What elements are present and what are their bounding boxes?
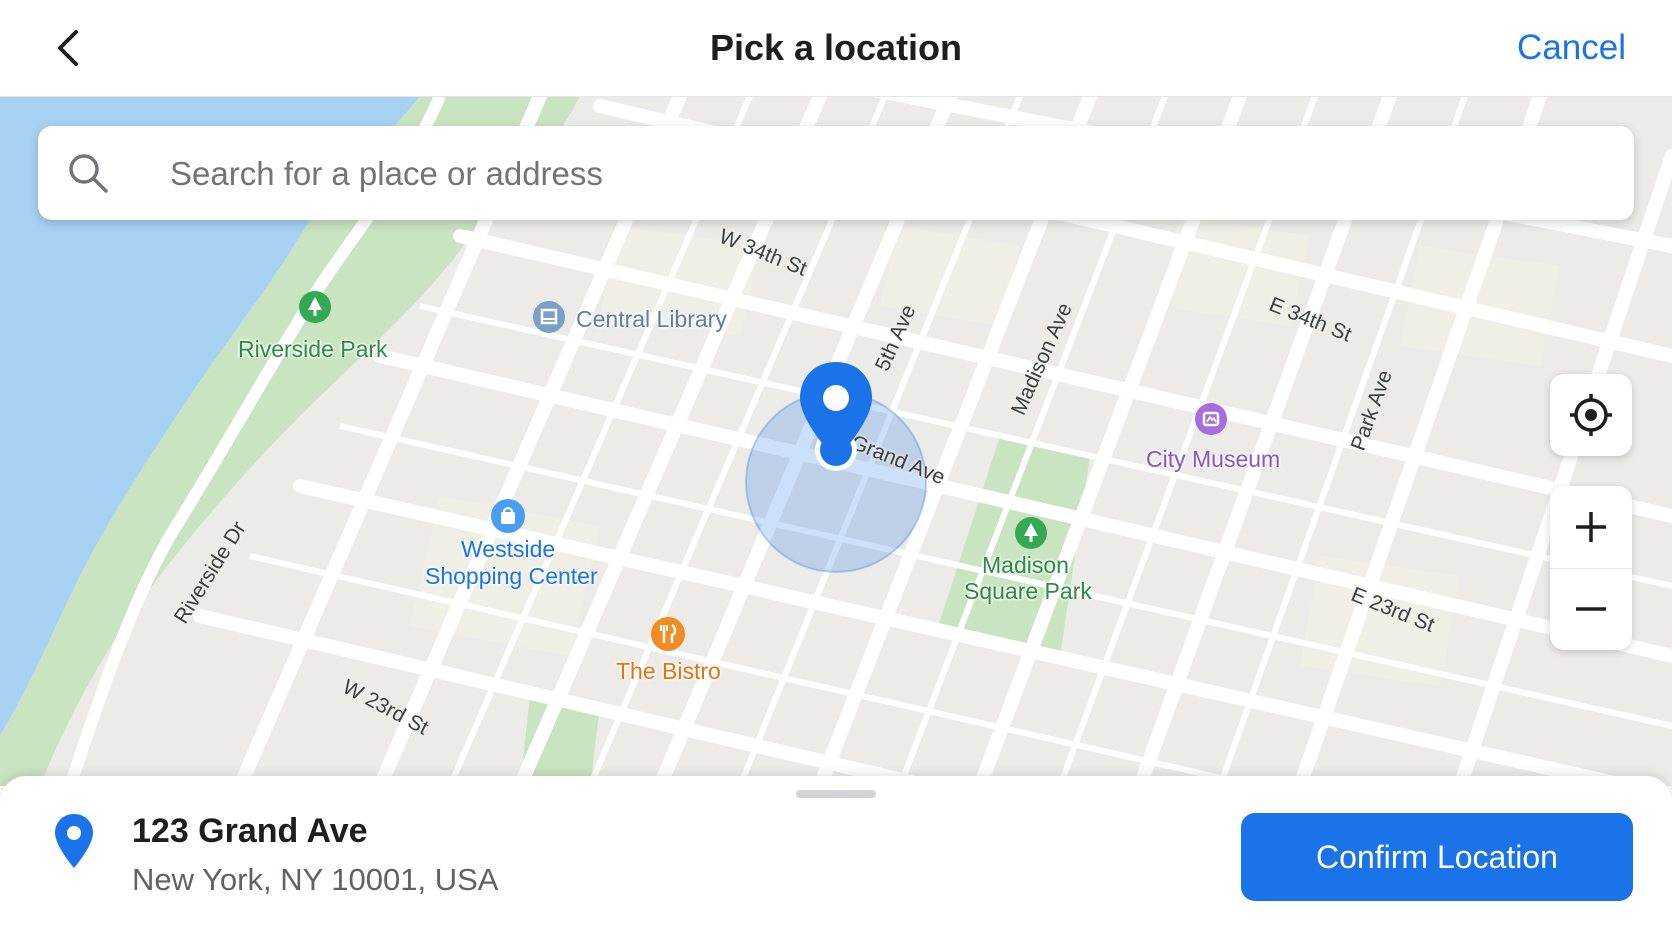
search-bar <box>38 126 1634 220</box>
poi-label-madison-line1[interactable]: Madison <box>982 552 1069 579</box>
minus-icon <box>1576 607 1606 611</box>
my-location-control <box>1550 374 1632 456</box>
library-icon[interactable] <box>532 300 566 334</box>
confirm-location-button[interactable]: Confirm Location <box>1241 813 1633 901</box>
sheet-drag-handle[interactable] <box>796 790 876 798</box>
address-subtitle: New York, NY 10001, USA <box>132 862 499 897</box>
restaurant-icon[interactable] <box>650 616 686 652</box>
zoom-in-button[interactable] <box>1550 486 1632 569</box>
shopping-bag-icon[interactable] <box>490 498 526 534</box>
map-pin-icon <box>55 814 93 868</box>
poi-label-westside-line2[interactable]: Shopping Center <box>425 563 598 590</box>
park-tree-icon[interactable] <box>298 290 332 324</box>
poi-label-riverside-park[interactable]: Riverside Park <box>238 336 388 363</box>
top-bar: Pick a location Cancel <box>0 0 1672 97</box>
zoom-out-button[interactable] <box>1550 568 1632 650</box>
poi-label-madison-line2[interactable]: Square Park <box>964 578 1092 605</box>
zoom-controls <box>1550 486 1632 650</box>
bottom-sheet: 123 Grand Ave New York, NY 10001, USA Co… <box>0 776 1672 941</box>
cancel-button[interactable]: Cancel <box>1517 0 1626 96</box>
location-pin-icon[interactable] <box>796 362 876 502</box>
plus-icon <box>1576 512 1606 542</box>
crosshair-icon <box>1570 394 1612 436</box>
my-location-button[interactable] <box>1550 374 1632 456</box>
search-icon <box>69 154 108 193</box>
poi-label-city-museum[interactable]: City Museum <box>1146 446 1280 473</box>
address-title: 123 Grand Ave <box>132 812 368 850</box>
park-tree-icon[interactable] <box>1014 516 1048 550</box>
chevron-left-icon <box>58 30 78 66</box>
page-title: Pick a location <box>709 27 963 68</box>
poi-label-the-bistro[interactable]: The Bistro <box>616 658 721 685</box>
search-input[interactable] <box>168 144 1592 204</box>
poi-label-westside-line1[interactable]: Westside <box>461 536 555 563</box>
back-button[interactable] <box>44 22 96 74</box>
museum-icon[interactable] <box>1194 402 1228 436</box>
poi-label-central-library[interactable]: Central Library <box>576 306 727 333</box>
